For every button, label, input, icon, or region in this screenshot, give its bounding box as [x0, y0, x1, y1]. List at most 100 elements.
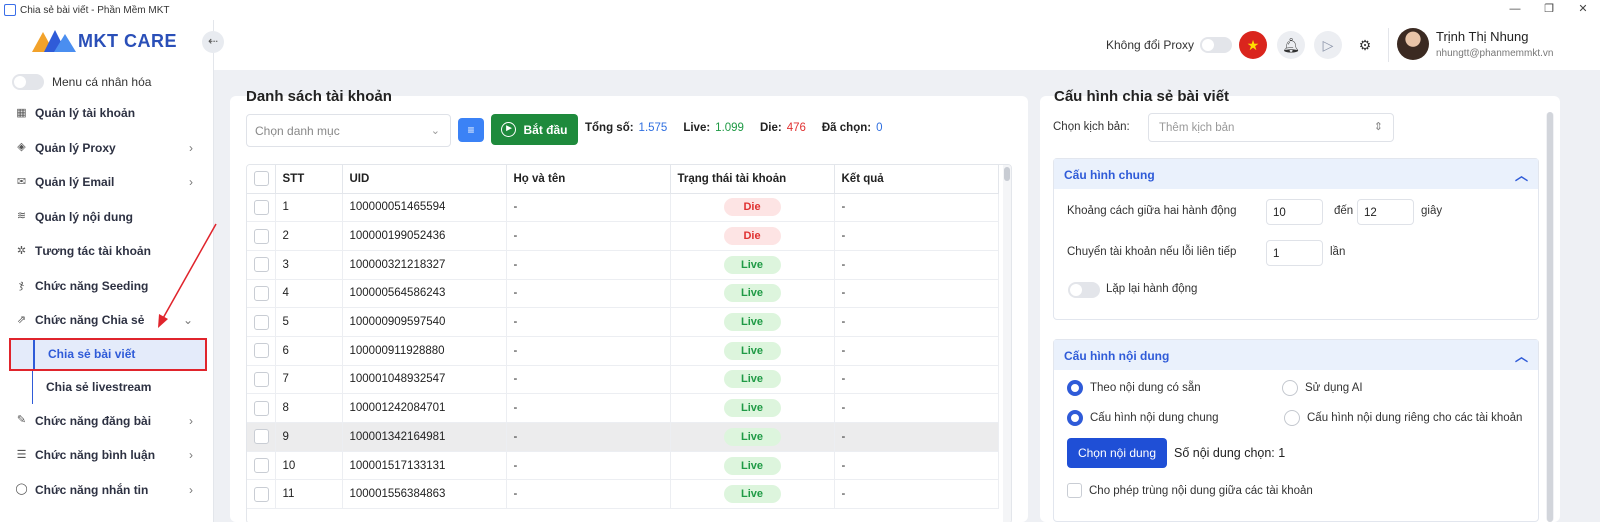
filter-button[interactable]: ≡	[458, 118, 484, 142]
row-select-cell	[247, 479, 276, 510]
radio-common-config[interactable]	[1067, 410, 1083, 426]
repeat-action-label: Lặp lại hành động	[1106, 283, 1198, 295]
account-list-panel: Danh sách tài khoản Chọn danh mục ⌄ ≡ ▶ …	[230, 88, 1028, 522]
script-select[interactable]: Thêm kịch bản ⇕	[1148, 113, 1394, 142]
cell-status: Live	[670, 451, 835, 481]
category-select[interactable]: Chọn danh mục ⌄	[246, 114, 451, 147]
arrow-left-icon: ⇠	[207, 34, 219, 48]
cell-status: Die	[670, 221, 835, 251]
table-row[interactable]: 3 100000321218327- Live -	[247, 250, 999, 280]
sidebar-item-label: Chức năng bình luận	[35, 448, 156, 463]
repeat-action-toggle[interactable]	[1068, 282, 1100, 298]
chevron-up-icon[interactable]: ︿	[1515, 346, 1528, 365]
chevron-up-icon[interactable]: ︿	[1515, 165, 1528, 184]
radio-use-ai[interactable]	[1282, 380, 1298, 396]
logo: MKT CARE	[32, 30, 177, 52]
switch-account-input[interactable]: 1	[1266, 240, 1323, 266]
radio-per-account-config[interactable]	[1284, 410, 1300, 426]
sidebar-item-email[interactable]: ✉ Quản lý Email ›	[0, 165, 213, 200]
column-header-uid[interactable]: UID	[342, 165, 507, 194]
sidebar-collapse-button[interactable]: ⇠	[202, 31, 224, 53]
status-badge: Live	[723, 255, 781, 274]
vietnam-flag-icon[interactable]: ★	[1239, 31, 1267, 59]
interval-from-input[interactable]: 10	[1266, 199, 1323, 225]
row-checkbox[interactable]	[254, 400, 269, 416]
minimize-button[interactable]: —	[1498, 0, 1532, 20]
column-header-result[interactable]: Kết quả	[834, 165, 999, 194]
restore-button[interactable]: ❐	[1532, 0, 1566, 20]
column-header-name[interactable]: Họ và tên	[506, 165, 671, 194]
bell-icon[interactable]: 🔔︎	[1277, 31, 1305, 59]
chevron-updown-icon: ⇕	[1373, 121, 1383, 133]
start-button[interactable]: ▶ Bắt đầu	[491, 114, 578, 145]
row-select-cell	[247, 393, 276, 423]
row-checkbox[interactable]	[254, 199, 269, 215]
general-config-header[interactable]: Cấu hình chung ︿	[1054, 159, 1538, 189]
column-header-stt[interactable]: STT	[275, 165, 343, 194]
account-table: STT UID Họ và tên Trạng thái tài khoản K…	[246, 164, 1012, 522]
gear-icon[interactable]: ⚙	[1351, 31, 1379, 59]
row-checkbox[interactable]	[254, 314, 269, 330]
avatar[interactable]	[1397, 28, 1429, 60]
cell-status: Live	[670, 479, 835, 510]
proxy-toggle[interactable]	[1200, 37, 1233, 53]
sidebar-subitem-share-livestream[interactable]: Chia sẻ livestream	[0, 370, 213, 404]
share-icon: ⇗	[16, 313, 27, 326]
column-header-status[interactable]: Trạng thái tài khoản	[670, 165, 835, 194]
table-row[interactable]: 1 100000051465594- Die -	[247, 193, 999, 223]
table-row[interactable]: 11 100001556384863- Live -	[247, 479, 999, 510]
sidebar-subitem-share-post[interactable]: Chia sẻ bài viết	[9, 337, 207, 371]
cell-result: -	[834, 307, 999, 337]
sidebar-item-posting[interactable]: ✎ Chức năng đăng bài ›	[0, 404, 213, 439]
cell-uid: 100000051465594	[342, 193, 507, 223]
table-row[interactable]: 6 100000911928880- Live -	[247, 336, 999, 366]
table-row[interactable]: 7 100001048932547- Live -	[247, 365, 999, 395]
close-button[interactable]: ✕	[1566, 0, 1600, 20]
sidebar-item-message[interactable]: ◯ Chức năng nhắn tin ›	[0, 473, 213, 508]
comment-icon: ☰	[16, 448, 27, 461]
row-checkbox[interactable]	[254, 371, 269, 387]
script-placeholder: Thêm kịch bản	[1159, 122, 1235, 134]
menu-personalize-toggle[interactable]	[12, 74, 44, 90]
row-checkbox[interactable]	[254, 228, 269, 244]
filter-icon: ≡	[467, 123, 475, 137]
select-all-checkbox[interactable]	[254, 171, 269, 187]
row-checkbox[interactable]	[254, 429, 269, 445]
cell-result: -	[834, 479, 999, 510]
row-checkbox[interactable]	[254, 486, 269, 502]
category-placeholder: Chọn danh mục	[255, 124, 340, 138]
cell-result: -	[834, 422, 999, 452]
stat-total-value: 1.575	[638, 122, 668, 134]
sidebar-subitem-label: Chia sẻ bài viết	[48, 347, 136, 361]
play-icon[interactable]: ▷	[1314, 31, 1342, 59]
stat-selected-value: 0	[876, 122, 883, 134]
sidebar-item-accounts[interactable]: ▦ Quản lý tài khoản	[0, 96, 213, 131]
cell-result: -	[834, 221, 999, 251]
table-scrollbar[interactable]	[1003, 165, 1011, 522]
choose-content-button[interactable]: Chọn nội dung	[1067, 438, 1167, 468]
radio-existing-content[interactable]	[1067, 380, 1083, 396]
cell-status: Live	[670, 336, 835, 366]
cell-name: -	[506, 193, 671, 223]
interval-to-input[interactable]: 12	[1357, 199, 1414, 225]
cell-stt: 3	[275, 250, 343, 280]
row-checkbox[interactable]	[254, 257, 269, 273]
table-row[interactable]: 2 100000199052436- Die -	[247, 221, 999, 251]
table-row[interactable]: 8 100001242084701- Live -	[247, 393, 999, 423]
sidebar-item-proxy[interactable]: ◈ Quản lý Proxy ›	[0, 131, 213, 166]
status-badge: Die	[723, 227, 781, 246]
table-row[interactable]: 4 100000564586243- Live -	[247, 279, 999, 309]
row-checkbox[interactable]	[254, 343, 269, 359]
row-checkbox[interactable]	[254, 458, 269, 474]
cell-result: -	[834, 193, 999, 223]
sidebar-item-comment[interactable]: ☰ Chức năng bình luận ›	[0, 438, 213, 473]
table-row[interactable]: 5 100000909597540- Live -	[247, 307, 999, 337]
row-select-cell	[247, 221, 276, 251]
allow-duplicate-checkbox[interactable]	[1067, 483, 1082, 498]
table-row[interactable]: 9 100001342164981- Live -	[247, 422, 999, 452]
cell-stt: 2	[275, 221, 343, 251]
table-row[interactable]: 10 100001517133131- Live -	[247, 451, 999, 481]
row-checkbox[interactable]	[254, 285, 269, 301]
config-scrollbar[interactable]	[1546, 112, 1554, 522]
content-config-header[interactable]: Cấu hình nội dung ︿	[1054, 340, 1538, 370]
